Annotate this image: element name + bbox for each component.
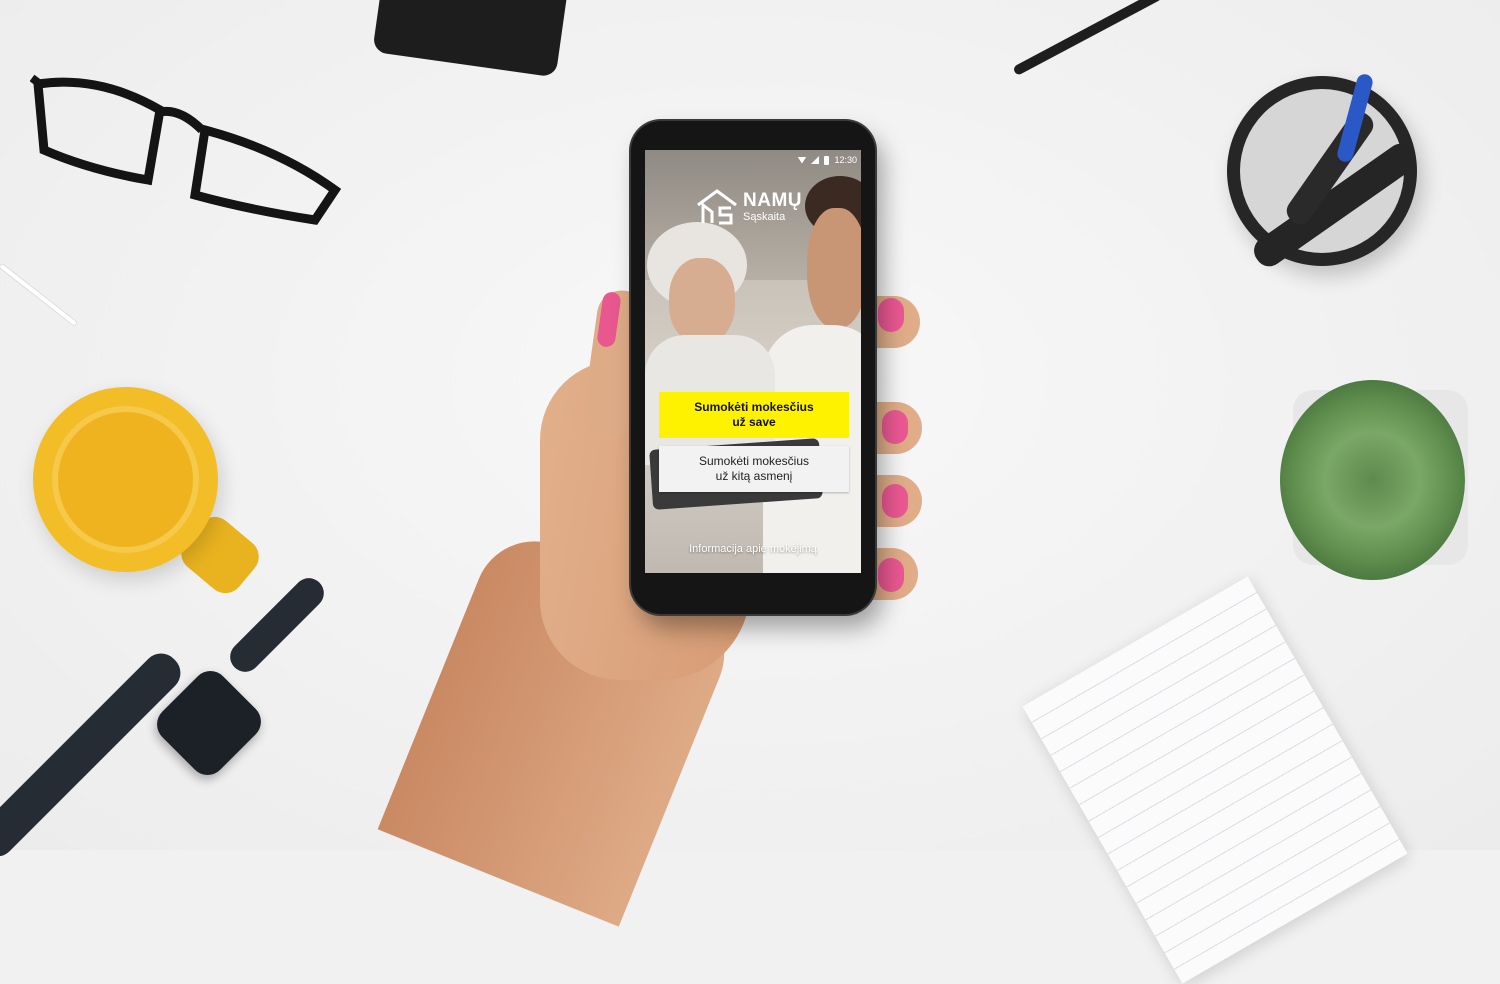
brand-name: NAMŲ: [743, 190, 802, 211]
app-screen: 12:30 NAMŲ Sąskaita Sumokėti mokesčius u…: [645, 150, 861, 573]
app-logo: NAMŲ Sąskaita: [695, 188, 802, 226]
glasses: [30, 74, 342, 225]
signal-icon: [811, 156, 820, 164]
finger-nail: [882, 410, 908, 444]
pay-for-other-button[interactable]: Sumokėti mokesčius už kitą asmenį: [659, 446, 849, 492]
battery-icon: [824, 155, 830, 165]
pay-for-self-line2: už save: [732, 415, 776, 429]
house-logo-icon: [697, 189, 737, 225]
status-time: 12:30: [834, 155, 857, 165]
finger-nail: [878, 298, 904, 332]
finger-nail: [878, 558, 904, 592]
photo-man-face: [807, 208, 861, 328]
pay-for-self-label: Sumokėti mokesčius už save: [694, 400, 813, 430]
pay-for-other-line1: Sumokėti mokesčius: [698, 454, 810, 468]
finger-nail: [882, 484, 908, 518]
photo-woman-face: [669, 258, 735, 344]
pay-for-other-line2: už kitą asmenį: [715, 469, 793, 483]
pay-for-self-button[interactable]: Sumokėti mokesčius už save: [659, 392, 849, 438]
succulent-plant: [1280, 380, 1465, 580]
status-bar: 12:30: [645, 150, 861, 172]
mug-inside: [52, 406, 199, 553]
pay-for-other-label: Sumokėti mokesčius už kitą asmenį: [699, 454, 809, 484]
pay-for-self-line1: Sumokėti mokesčius: [694, 400, 814, 414]
wifi-icon: [797, 156, 807, 164]
payment-info-link[interactable]: Informacija apie mokėjimą: [645, 543, 861, 555]
brand-subtitle: Sąskaita: [743, 211, 786, 223]
